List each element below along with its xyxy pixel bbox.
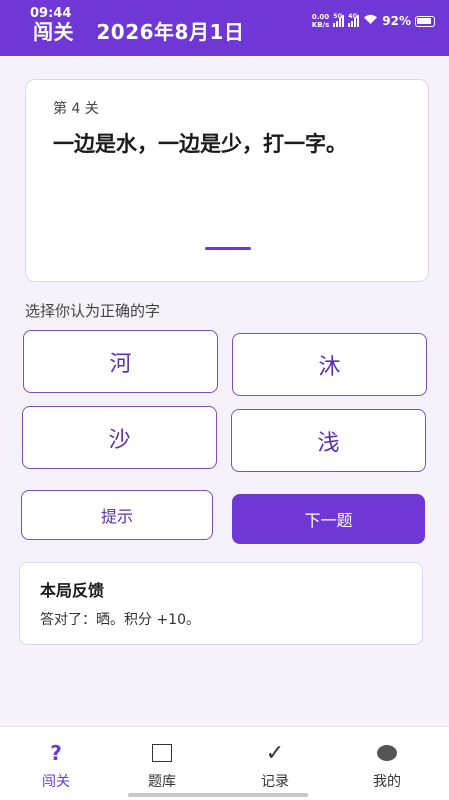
choice-button-3[interactable]: 沙 [22, 406, 217, 469]
status-indicators: 0.00 KB/s 5G 4G 92% [312, 13, 435, 29]
bottom-navigation: ? 闯关 题库 ✓ 记录 我的 [0, 726, 449, 800]
choice-button-4[interactable]: 浅 [231, 409, 426, 472]
app-title: 闯关 2026年8月1日 [33, 16, 244, 45]
home-indicator[interactable] [128, 793, 308, 797]
battery-icon [415, 15, 435, 27]
choice-button-1[interactable]: 河 [23, 330, 218, 393]
circle-icon [377, 739, 397, 767]
nav-item-records[interactable]: ✓ 记录 [219, 727, 331, 800]
header-date: 2026年8月1日 [96, 20, 245, 44]
level-label: 第 4 关 [53, 101, 99, 117]
question-card: 第 4 关 一边是水，一边是少，打一字。 [25, 79, 429, 282]
question-icon: ? [50, 741, 62, 765]
nav-item-challenge[interactable]: ? 闯关 [0, 727, 112, 800]
feedback-title: 本局反馈 [40, 581, 105, 600]
wifi-icon [363, 13, 378, 29]
nav-item-question-bank[interactable]: 题库 [106, 727, 218, 800]
next-question-button[interactable]: 下一题 [232, 494, 425, 544]
choice-prompt: 选择你认为正确的字 [25, 302, 161, 320]
nav-label-challenge: 闯关 [42, 774, 70, 790]
app-name: 闯关 [33, 20, 74, 44]
network-speed: 0.00 KB/s [312, 13, 329, 29]
signal-5g-label: 5G [333, 13, 343, 20]
check-icon: ✓ [265, 740, 285, 766]
nav-label-question-bank: 题库 [148, 774, 176, 790]
hint-button[interactable]: 提示 [21, 490, 213, 540]
feedback-card: 本局反馈 答对了：晒。积分 +10。 [19, 562, 423, 645]
square-icon [152, 739, 172, 767]
net-speed-value: 0.00 [311, 13, 330, 21]
nav-label-records: 记录 [261, 774, 289, 790]
feedback-text: 答对了：晒。积分 +10。 [40, 612, 200, 628]
question-text: 一边是水，一边是少，打一字。 [53, 132, 347, 156]
signal-4g-icon: 4G [348, 13, 360, 27]
battery-percent: 92% [382, 14, 411, 28]
choice-button-2[interactable]: 沐 [232, 333, 427, 396]
top-app-bar: 09:44 闯关 2026年8月1日 0.00 KB/s 5G 4G 92% [0, 0, 449, 56]
net-speed-unit: KB/s [311, 21, 330, 29]
signal-5g-icon: 5G [333, 13, 345, 27]
answer-blank [205, 247, 251, 250]
nav-item-profile[interactable]: 我的 [331, 727, 443, 800]
nav-label-profile: 我的 [373, 774, 401, 790]
signal-4g-label: 4G [348, 13, 358, 20]
